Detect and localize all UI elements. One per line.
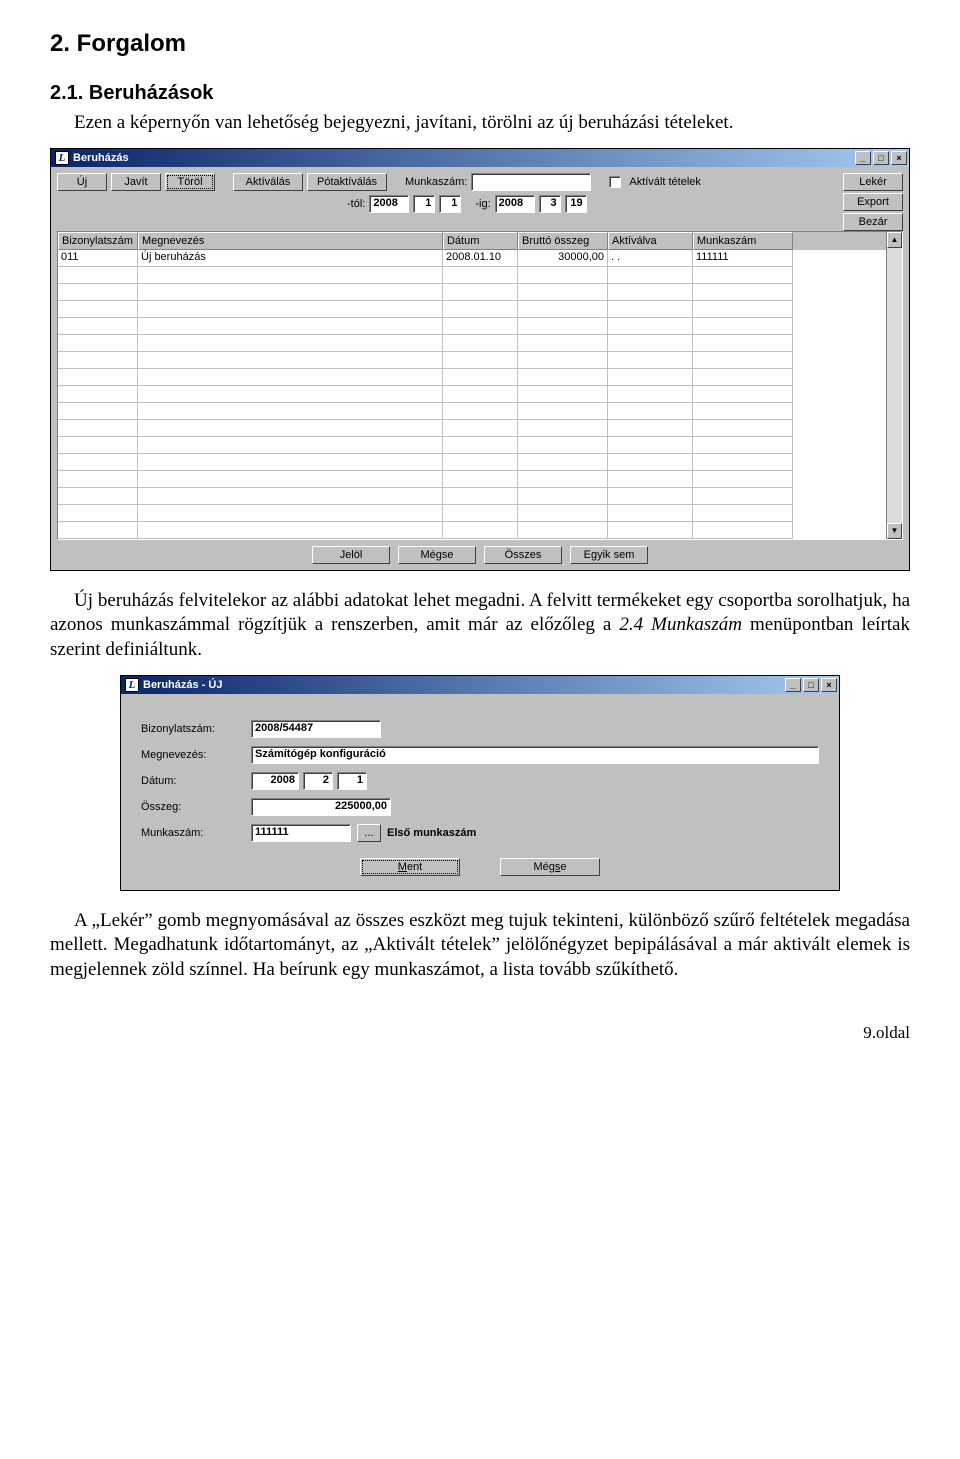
table-row[interactable] — [58, 335, 886, 352]
window-beruhazas: L Beruházás _ □ × Új Javít Töröl Aktívál… — [50, 148, 910, 571]
title-bar: L Beruházás - ÚJ _ □ × — [121, 676, 839, 694]
cell-biz: 011 — [58, 250, 138, 267]
window-beruhazas-uj: L Beruházás - ÚJ _ □ × Bizonylatszám: 20… — [120, 675, 840, 891]
to-year-input[interactable]: 2008 — [495, 195, 535, 213]
activate-button[interactable]: Aktíválás — [233, 173, 303, 191]
mark-button[interactable]: Jelöl — [312, 546, 390, 564]
cancel-mark-button[interactable]: Mégse — [398, 546, 476, 564]
table-row[interactable] — [58, 437, 886, 454]
bizonylatszam-label: Bizonylatszám: — [141, 723, 251, 735]
page-number: 9.oldal — [50, 1023, 910, 1043]
bizonylatszam-input[interactable]: 2008/54487 — [251, 720, 381, 738]
table-row[interactable] — [58, 471, 886, 488]
all-button[interactable]: Összes — [484, 546, 562, 564]
table-row[interactable] — [58, 522, 886, 539]
final-paragraph: A „Lekér” gomb megnyomásával az összes e… — [50, 909, 910, 983]
window-title: Beruházás — [73, 152, 129, 164]
from-month-input[interactable]: 1 — [413, 195, 435, 213]
browse-button[interactable]: ... — [357, 824, 381, 842]
table-row[interactable] — [58, 267, 886, 284]
table-row[interactable] — [58, 352, 886, 369]
results-table: Bizonylatszám Megnevezés Dátum Bruttó ös… — [57, 231, 903, 540]
table-row[interactable] — [58, 505, 886, 522]
datum-label: Dátum: — [141, 775, 251, 787]
save-button[interactable]: Ment — [360, 858, 460, 876]
edit-button[interactable]: Javít — [111, 173, 161, 191]
col-brutto[interactable]: Bruttó összeg — [518, 232, 608, 250]
cell-bru: 30000,00 — [518, 250, 608, 267]
to-label: -ig: — [475, 198, 490, 210]
cell-meg: Új beruházás — [138, 250, 443, 267]
minimize-button[interactable]: _ — [785, 678, 801, 692]
worknumber-label: Munkaszám: — [405, 176, 467, 188]
intro-paragraph: Ezen a képernyőn van lehetőség bejegyezn… — [50, 111, 910, 136]
table-row[interactable] — [58, 454, 886, 471]
table-row[interactable] — [58, 318, 886, 335]
close-window-button[interactable]: Bezár — [843, 213, 903, 231]
megnevezes-input[interactable]: Számítógép konfiguráció — [251, 746, 819, 764]
date-day-input[interactable]: 1 — [337, 772, 367, 790]
close-button[interactable]: × — [821, 678, 837, 692]
cell-akt: . . — [608, 250, 693, 267]
table-row[interactable] — [58, 420, 886, 437]
new-button[interactable]: Új — [57, 173, 107, 191]
maximize-button[interactable]: □ — [873, 151, 889, 165]
table-row[interactable] — [58, 386, 886, 403]
cell-dat: 2008.01.10 — [443, 250, 518, 267]
date-year-input[interactable]: 2008 — [251, 772, 299, 790]
munkaszam-label: Munkaszám: — [141, 827, 251, 839]
title-bar: L Beruházás _ □ × — [51, 149, 909, 167]
from-day-input[interactable]: 1 — [439, 195, 461, 213]
date-month-input[interactable]: 2 — [303, 772, 333, 790]
table-row[interactable]: 011 Új beruházás 2008.01.10 30000,00 . .… — [58, 250, 886, 267]
osszeg-label: Összeg: — [141, 801, 251, 813]
munkaszam-code-input[interactable]: 111111 — [251, 824, 351, 842]
post-activate-button[interactable]: Pótaktíválás — [307, 173, 387, 191]
middle-paragraph: Új beruházás felvitelekor az alábbi adat… — [50, 589, 910, 663]
worknumber-input[interactable] — [471, 173, 591, 191]
none-button[interactable]: Egyik sem — [570, 546, 648, 564]
table-row[interactable] — [58, 403, 886, 420]
app-icon: L — [55, 151, 69, 165]
cell-mun: 111111 — [693, 250, 793, 267]
close-button[interactable]: × — [891, 151, 907, 165]
table-row[interactable] — [58, 369, 886, 386]
to-month-input[interactable]: 3 — [539, 195, 561, 213]
window-title: Beruházás - ÚJ — [143, 679, 222, 691]
maximize-button[interactable]: □ — [803, 678, 819, 692]
app-icon: L — [125, 678, 139, 692]
subsection-heading: 2.1. Beruházások — [50, 82, 910, 105]
col-datum[interactable]: Dátum — [443, 232, 518, 250]
query-button[interactable]: Lekér — [843, 173, 903, 191]
section-heading: 2. Forgalom — [50, 30, 910, 58]
vertical-scrollbar[interactable]: ▲ ▼ — [886, 232, 902, 539]
minimize-button[interactable]: _ — [855, 151, 871, 165]
megnevezes-label: Megnevezés: — [141, 749, 251, 761]
scroll-down-icon[interactable]: ▼ — [887, 523, 902, 539]
scroll-up-icon[interactable]: ▲ — [887, 232, 902, 248]
activated-checkbox[interactable] — [609, 176, 621, 188]
export-button[interactable]: Export — [843, 193, 903, 211]
to-day-input[interactable]: 19 — [565, 195, 587, 213]
table-row[interactable] — [58, 488, 886, 505]
table-row[interactable] — [58, 284, 886, 301]
from-year-input[interactable]: 2008 — [369, 195, 409, 213]
from-label: -tól: — [347, 198, 365, 210]
table-row[interactable] — [58, 301, 886, 318]
col-munkaszam[interactable]: Munkaszám — [693, 232, 793, 250]
activated-label: Aktívált tételek — [629, 176, 701, 188]
col-bizonylatszam[interactable]: Bizonylatszám — [58, 232, 138, 250]
osszeg-input[interactable]: 225000,00 — [251, 798, 391, 816]
cancel-button[interactable]: Mégse — [500, 858, 600, 876]
delete-button[interactable]: Töröl — [165, 173, 215, 191]
col-aktivalva[interactable]: Aktíválva — [608, 232, 693, 250]
col-megnevezes[interactable]: Megnevezés — [138, 232, 443, 250]
munkaszam-name: Első munkaszám — [387, 827, 476, 839]
